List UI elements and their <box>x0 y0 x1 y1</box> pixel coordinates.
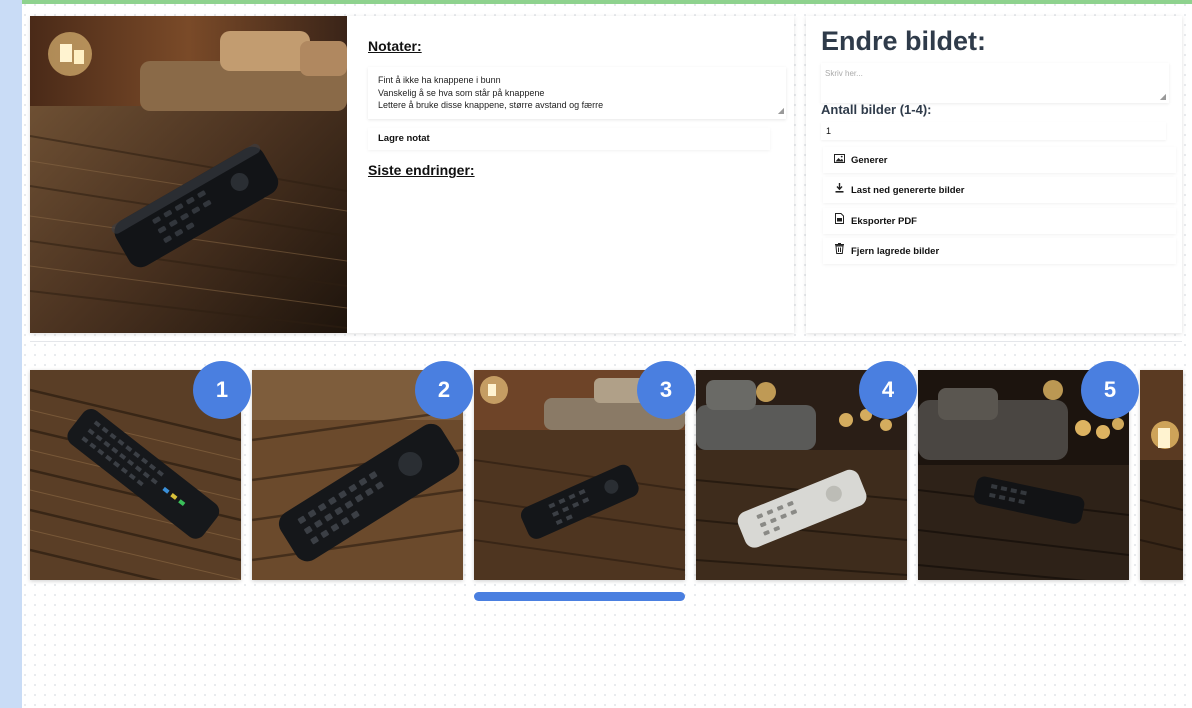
main-image <box>30 16 347 333</box>
edit-image-panel: Endre bildet: Skriv her... ◢ Antall bild… <box>806 16 1182 333</box>
thumbnail-number-badge: 4 <box>859 361 917 419</box>
notes-area: Notater: Fint å ikke ha knappene i bunn … <box>368 38 786 178</box>
download-generated-button[interactable]: Last ned genererte bilder <box>823 177 1176 203</box>
note-line: Vanskelig å se hva som står på knappene <box>378 87 545 98</box>
note-line: Lettere å bruke disse knappene, større a… <box>378 100 604 110</box>
resize-handle-icon[interactable]: ◢ <box>778 105 784 118</box>
main-card: Notater: Fint å ikke ha knappene i bunn … <box>30 16 794 333</box>
export-pdf-label: Eksporter PDF <box>851 216 917 227</box>
pdf-file-icon <box>833 208 845 234</box>
prompt-placeholder: Skriv her... <box>825 69 863 78</box>
section-divider <box>30 341 1182 342</box>
prompt-textarea[interactable]: Skriv her... ◢ <box>821 63 1169 103</box>
download-button-label: Last ned genererte bilder <box>851 185 965 196</box>
thumbnail-number-badge: 5 <box>1081 361 1139 419</box>
top-accent-bar <box>0 0 1192 4</box>
recent-changes-heading: Siste endringer: <box>368 162 475 178</box>
image-count-input[interactable]: 1 <box>821 122 1166 140</box>
export-pdf-button[interactable]: Eksporter PDF <box>823 208 1176 234</box>
save-note-button[interactable]: Lagre notat <box>368 128 770 150</box>
thumbnail-number-badge: 3 <box>637 361 695 419</box>
gallery-thumbnail-partial[interactable] <box>1140 370 1183 580</box>
notes-heading: Notater: <box>368 38 422 54</box>
trash-icon <box>833 238 845 264</box>
remove-saved-images-button[interactable]: Fjern lagrede bilder <box>823 238 1176 264</box>
thumbnail-number-badge: 1 <box>193 361 251 419</box>
thumbnail-number-badge: 2 <box>415 361 473 419</box>
selected-thumbnail-indicator <box>474 592 685 601</box>
resize-handle-icon[interactable]: ◢ <box>1160 92 1166 101</box>
left-rail <box>0 0 22 708</box>
generate-button[interactable]: Generer <box>823 147 1176 173</box>
edit-panel-title: Endre bildet: <box>821 26 987 56</box>
download-icon <box>833 177 845 203</box>
generate-button-label: Generer <box>851 155 888 166</box>
image-count-label: Antall bilder (1-4): <box>821 102 932 117</box>
notes-textarea[interactable]: Fint å ikke ha knappene i bunn Vanskelig… <box>368 67 786 119</box>
image-icon <box>833 147 845 173</box>
remove-images-label: Fjern lagrede bilder <box>851 246 940 257</box>
note-line: Fint å ikke ha knappene i bunn <box>378 75 501 85</box>
